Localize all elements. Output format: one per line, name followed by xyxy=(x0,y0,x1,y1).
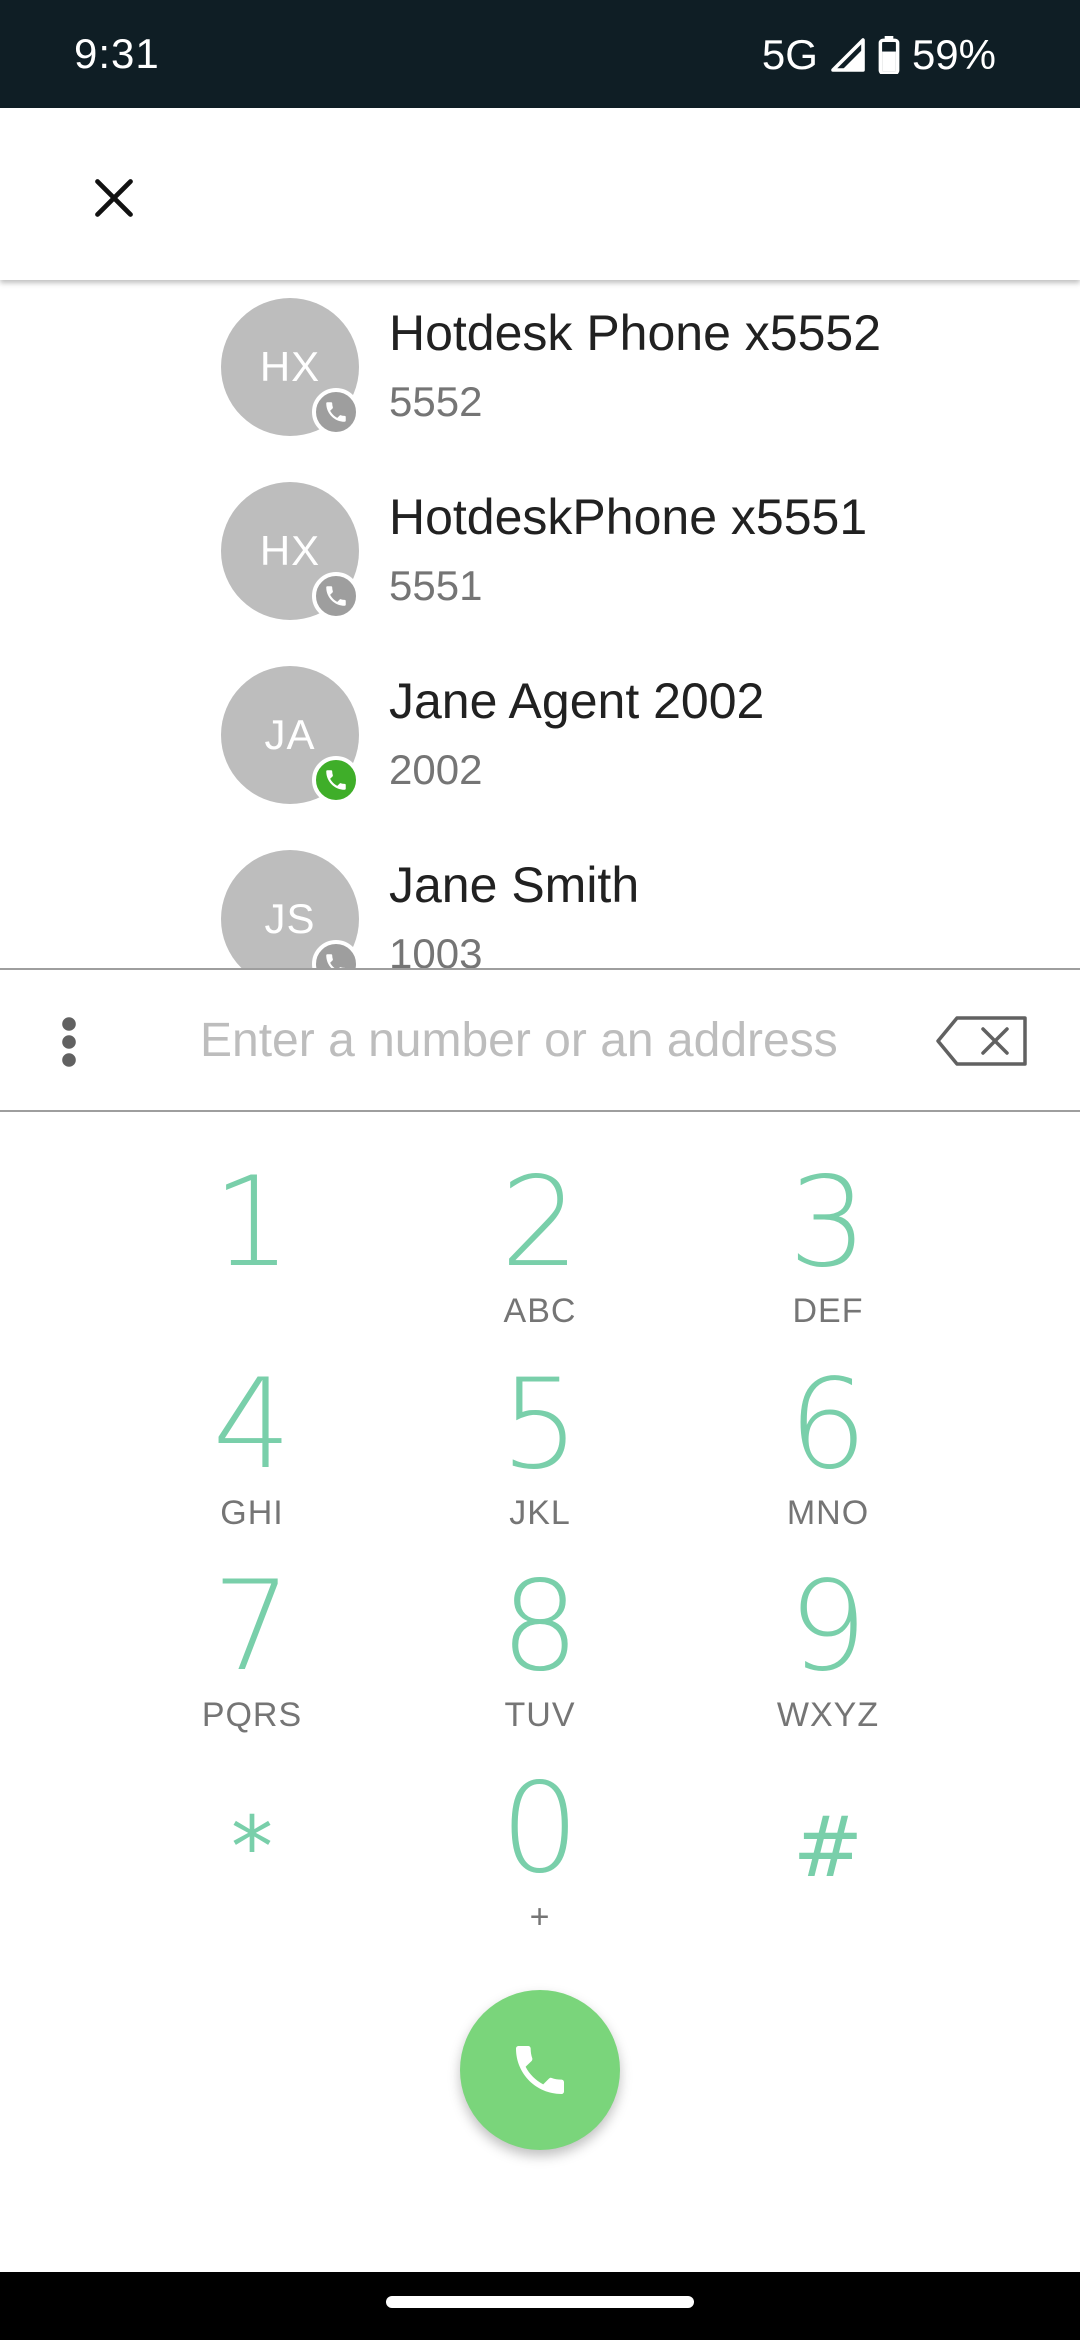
key-7[interactable]: 7 PQRS xyxy=(127,1552,377,1752)
key-8[interactable]: 8 TUV xyxy=(415,1552,665,1752)
key-1[interactable]: 1 xyxy=(127,1148,377,1348)
key-digit: 9 xyxy=(788,1555,868,1699)
contact-item[interactable]: HX Hotdesk Phone x5552 5552 xyxy=(0,280,1080,464)
home-indicator[interactable] xyxy=(386,2296,694,2308)
network-type: 5G xyxy=(761,31,818,78)
key-letters: GHI xyxy=(220,1494,284,1532)
key-digit: 2 xyxy=(500,1151,580,1295)
key-digit: 1 xyxy=(212,1151,292,1295)
key-9[interactable]: 9 WXYZ xyxy=(703,1552,953,1752)
key-6[interactable]: 6 MNO xyxy=(703,1350,953,1550)
contact-number: 2002 xyxy=(389,746,483,793)
presence-phone-icon xyxy=(312,388,360,436)
key-letters: PQRS xyxy=(201,1696,303,1734)
key-3[interactable]: 3 DEF xyxy=(703,1148,953,1348)
key-digit: # xyxy=(792,1798,864,1896)
key-letters: + xyxy=(529,1898,551,1936)
contact-item[interactable]: JS Jane Smith 1003 xyxy=(0,832,1080,968)
call-button[interactable] xyxy=(460,1990,620,2150)
contact-item[interactable]: HX HotdeskPhone x5551 5551 xyxy=(0,464,1080,648)
close-icon xyxy=(95,179,133,217)
key-letters: TUV xyxy=(504,1696,576,1734)
key-digit: 3 xyxy=(788,1151,868,1295)
key-digit: * xyxy=(231,1798,273,1896)
signal-icon xyxy=(830,37,866,73)
more-vert-icon xyxy=(62,1017,76,1067)
key-letters: DEF xyxy=(792,1292,864,1330)
phone-icon xyxy=(516,2046,564,2094)
status-time: 9:31 xyxy=(74,30,160,77)
contact-number: 5551 xyxy=(389,562,483,609)
key-0[interactable]: 0 + xyxy=(415,1754,665,1954)
navigation-bar xyxy=(0,2272,1080,2340)
contact-number: 1003 xyxy=(389,930,483,968)
close-button[interactable] xyxy=(74,158,154,238)
presence-phone-icon xyxy=(312,756,360,804)
battery-level: 59% xyxy=(911,31,996,78)
key-letters: MNO xyxy=(786,1494,870,1532)
presence-phone-icon xyxy=(312,572,360,620)
status-indicators: 5G 59% xyxy=(762,30,996,80)
key-letters: ABC xyxy=(503,1292,577,1330)
key-letters: JKL xyxy=(509,1494,571,1532)
backspace-icon xyxy=(936,1016,1027,1066)
key-2[interactable]: 2 ABC xyxy=(415,1148,665,1348)
key-digit: 5 xyxy=(500,1353,580,1497)
battery-icon xyxy=(878,36,900,74)
backspace-button[interactable] xyxy=(934,1010,1030,1072)
key-digit: 8 xyxy=(500,1555,580,1699)
dial-input-row xyxy=(0,968,1080,1112)
number-input[interactable] xyxy=(200,998,870,1082)
key-digit: 7 xyxy=(212,1555,292,1699)
key-digit: 4 xyxy=(212,1353,292,1497)
key-star[interactable]: * xyxy=(127,1772,377,1972)
contact-item[interactable]: JA Jane Agent 2002 2002 xyxy=(0,648,1080,832)
key-5[interactable]: 5 JKL xyxy=(415,1350,665,1550)
key-letters: WXYZ xyxy=(776,1696,880,1734)
status-bar: 9:31 5G 59% xyxy=(0,0,1080,108)
key-4[interactable]: 4 GHI xyxy=(127,1350,377,1550)
contact-name: Jane Smith xyxy=(389,857,640,913)
contact-name: Jane Agent 2002 xyxy=(389,673,765,729)
key-digit: 6 xyxy=(788,1353,868,1497)
key-digit: 0 xyxy=(500,1757,580,1901)
contact-list[interactable]: HX Hotdesk Phone x5552 5552 HX HotdeskPh… xyxy=(0,280,1080,968)
more-options-button[interactable] xyxy=(40,1006,98,1078)
key-hash[interactable]: # xyxy=(703,1772,953,1972)
contact-number: 5552 xyxy=(389,378,483,425)
app-bar xyxy=(0,108,1080,280)
contact-name: HotdeskPhone x5551 xyxy=(389,489,868,545)
contact-name: Hotdesk Phone x5552 xyxy=(389,305,882,361)
